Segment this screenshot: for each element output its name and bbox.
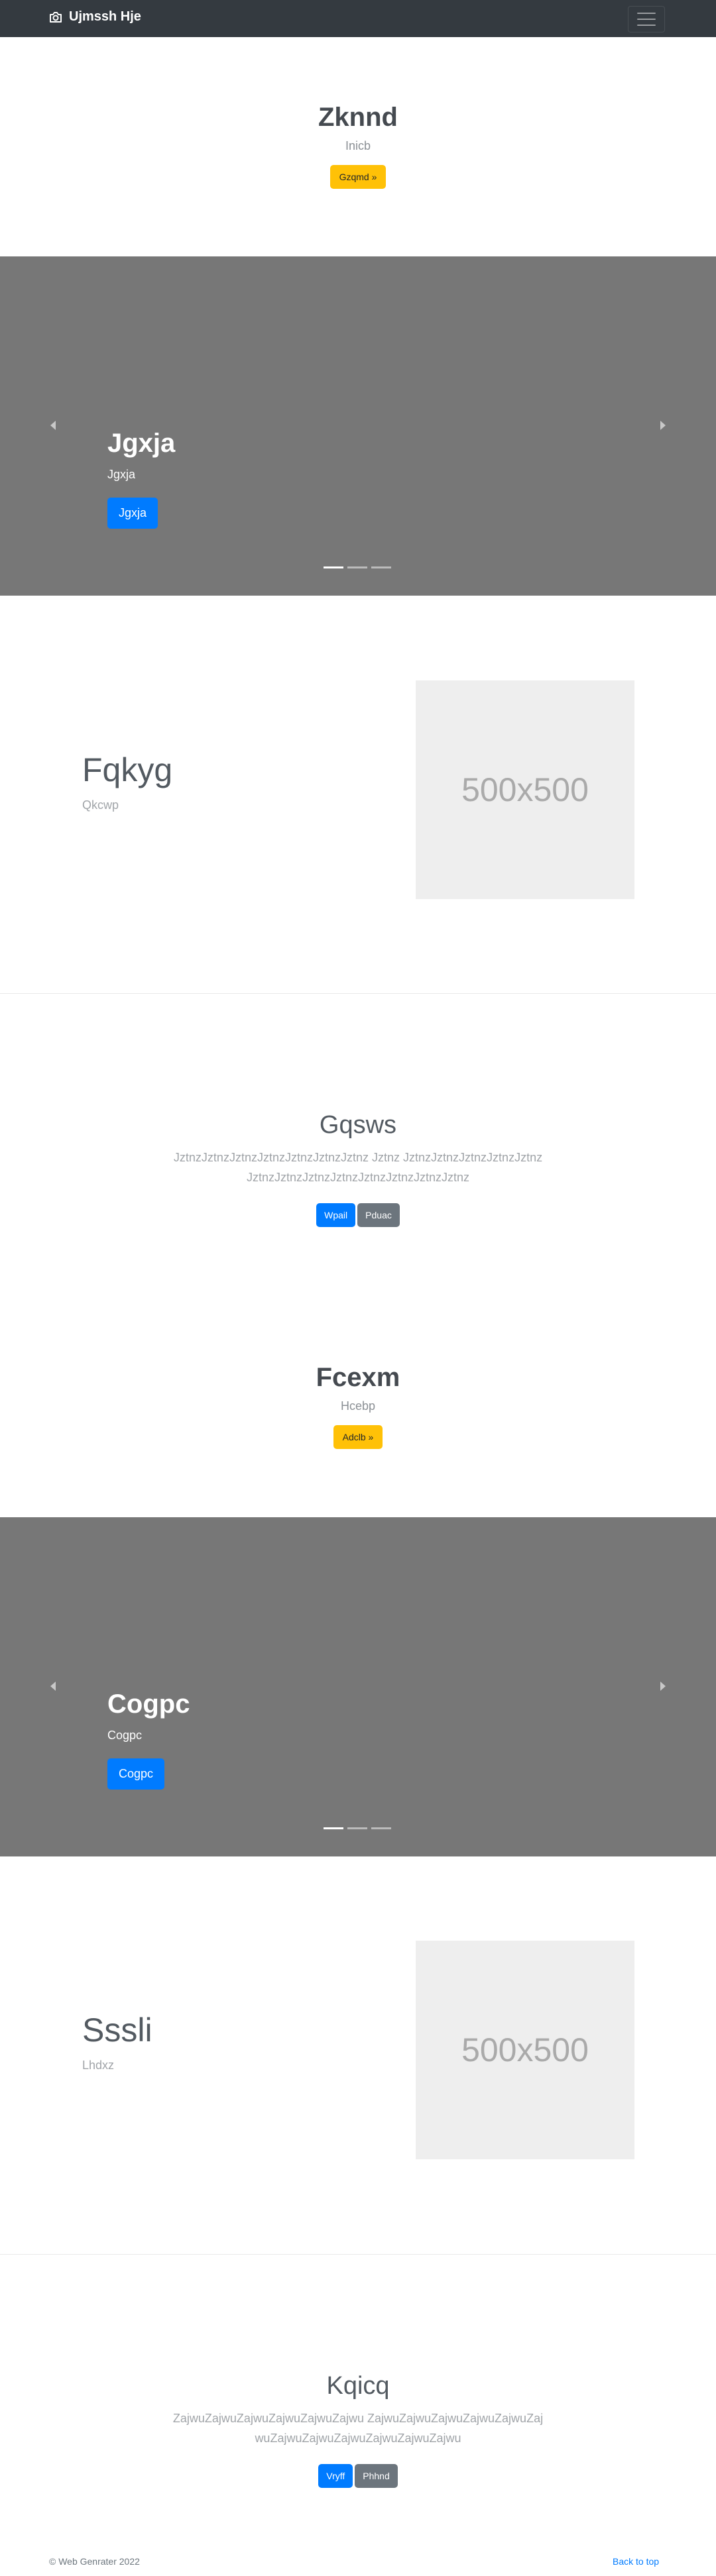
hero-cta-button[interactable]: Adclb » bbox=[333, 1425, 383, 1449]
camera-icon bbox=[50, 11, 62, 23]
placeholder-label: 500x500 bbox=[461, 2031, 589, 2068]
lead-text: ZajwuZajwuZajwuZajwuZajwuZajwu ZajwuZajw… bbox=[172, 2412, 544, 2445]
lead-section-1: Gqsws JztnzJztnzJztnzJztnzJztnzJztnzJztn… bbox=[0, 1111, 716, 1227]
hero-cta-button[interactable]: Gzqmd » bbox=[329, 165, 387, 189]
lead-title: Gqsws bbox=[319, 1111, 397, 1139]
hero-title: Zknnd bbox=[318, 103, 398, 132]
carousel-title: Jgxja bbox=[107, 429, 176, 458]
hero-subtitle: Hcebp bbox=[340, 1399, 376, 1413]
carousel-prev-icon[interactable] bbox=[44, 1676, 64, 1696]
lead-title: Kqicq bbox=[326, 2372, 390, 2400]
carousel-title: Cogpc bbox=[107, 1690, 190, 1719]
navbar-toggle-button[interactable] bbox=[628, 6, 665, 32]
lead-primary-button[interactable]: Vryff bbox=[318, 2464, 353, 2488]
carousel-1: Jgxja Jgxja Jgxja bbox=[0, 256, 716, 596]
carousel-2: Cogpc Cogpc Cogpc bbox=[0, 1517, 716, 1856]
feature-image-placeholder: 500x500 bbox=[416, 680, 634, 899]
carousel-cta-button[interactable]: Cogpc bbox=[107, 1758, 165, 1790]
feature-section-1: Fqkyg Qkcwp 500x500 bbox=[0, 596, 716, 994]
footer-copyright: © Web Genrater 2022 bbox=[49, 2556, 140, 2567]
lead-secondary-button[interactable]: Pduac bbox=[357, 1203, 400, 1227]
lead-text: JztnzJztnzJztnzJztnzJztnzJztnzJztnz Jztn… bbox=[173, 1151, 543, 1184]
hero-subtitle: Inicb bbox=[345, 139, 371, 152]
feature-title: Sssli bbox=[82, 2012, 152, 2049]
carousel-indicator[interactable] bbox=[371, 566, 391, 568]
feature-subtitle: Lhdxz bbox=[82, 2059, 115, 2072]
carousel-prev-icon[interactable] bbox=[44, 415, 64, 435]
lead-button-group: Wpail Pduac bbox=[0, 1203, 716, 1227]
carousel-next-icon[interactable] bbox=[652, 415, 672, 435]
feature-subtitle: Qkcwp bbox=[82, 798, 119, 812]
feature-title: Fqkyg bbox=[82, 751, 173, 788]
carousel-subtitle: Cogpc bbox=[107, 1729, 143, 1742]
section-divider bbox=[0, 2254, 716, 2255]
carousel-indicator[interactable] bbox=[347, 566, 367, 568]
feature-section-2: Sssli Lhdxz 500x500 bbox=[0, 1856, 716, 2254]
hero-title: Fcexm bbox=[316, 1363, 400, 1392]
navbar: Ujmssh Hje bbox=[0, 0, 716, 37]
lead-secondary-button[interactable]: Phhnd bbox=[355, 2464, 398, 2488]
carousel-indicator[interactable] bbox=[371, 1827, 391, 1829]
placeholder-label: 500x500 bbox=[461, 771, 589, 808]
carousel-indicator[interactable] bbox=[324, 566, 343, 568]
section-divider bbox=[0, 993, 716, 994]
carousel-indicators bbox=[324, 566, 391, 568]
back-to-top-link[interactable]: Back to top bbox=[613, 2556, 659, 2567]
carousel-caption: Cogpc Cogpc Cogpc bbox=[107, 1690, 190, 1790]
lead-section-2: Kqicq ZajwuZajwuZajwuZajwuZajwuZajwu Zaj… bbox=[0, 2372, 716, 2488]
hamburger-menu-icon bbox=[637, 13, 656, 14]
hero-section-1: Zknnd Inicb Gzqmd » bbox=[0, 103, 716, 189]
carousel-indicator[interactable] bbox=[347, 1827, 367, 1829]
feature-image-placeholder: 500x500 bbox=[416, 1941, 634, 2159]
carousel-indicator[interactable] bbox=[324, 1827, 343, 1829]
carousel-next-icon[interactable] bbox=[652, 1676, 672, 1696]
navbar-brand[interactable]: Ujmssh Hje bbox=[49, 9, 141, 25]
hero-section-2: Fcexm Hcebp Adclb » bbox=[0, 1363, 716, 1449]
carousel-caption: Jgxja Jgxja Jgxja bbox=[107, 429, 175, 529]
carousel-subtitle: Jgxja bbox=[107, 468, 136, 481]
lead-primary-button[interactable]: Wpail bbox=[316, 1203, 356, 1227]
carousel-indicators bbox=[324, 1827, 391, 1829]
carousel-cta-button[interactable]: Jgxja bbox=[107, 498, 158, 529]
brand-label: Ujmssh Hje bbox=[69, 9, 141, 24]
lead-button-group: Vryff Phhnd bbox=[0, 2464, 716, 2488]
